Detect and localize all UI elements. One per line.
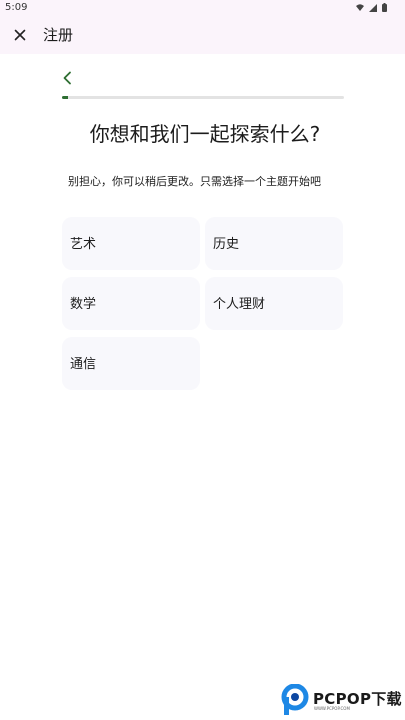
status-time: 5:09 [5, 2, 28, 13]
watermark-subtext: WWW.PCPOP.COM [314, 706, 350, 711]
page-subtitle: 别担心，你可以稍后更改。只需选择一个主题开始吧 [68, 175, 321, 188]
topic-card-communication[interactable]: 通信 [62, 337, 200, 390]
page-title: 你想和我们一起探索什么? [89, 122, 321, 146]
battery-icon [382, 3, 387, 12]
topic-card-art[interactable]: 艺术 [62, 217, 200, 270]
topic-label: 艺术 [70, 237, 97, 252]
status-icons [356, 3, 387, 12]
topic-label: 数学 [70, 297, 97, 312]
topic-label: 历史 [213, 237, 240, 252]
close-icon [14, 29, 26, 41]
pcpop-logo-icon [281, 684, 309, 715]
signal-icon [369, 4, 377, 12]
topic-label: 个人理财 [213, 297, 266, 312]
progress-bar [62, 96, 344, 99]
back-button[interactable] [57, 68, 77, 88]
topic-card-math[interactable]: 数学 [62, 277, 200, 330]
topic-label: 通信 [70, 357, 97, 372]
app-title: 注册 [43, 26, 74, 44]
app-bar: 注册 [0, 16, 405, 54]
topic-card-history[interactable]: 历史 [205, 217, 343, 270]
status-bar: 5:09 [0, 0, 405, 16]
progress-fill [62, 96, 68, 99]
chevron-left-icon [63, 71, 71, 85]
topic-card-personal-finance[interactable]: 个人理财 [205, 277, 343, 330]
close-button[interactable] [10, 25, 30, 45]
wifi-icon [356, 4, 364, 11]
watermark: PCPOP下载 WWW.PCPOP.COM [280, 684, 405, 718]
